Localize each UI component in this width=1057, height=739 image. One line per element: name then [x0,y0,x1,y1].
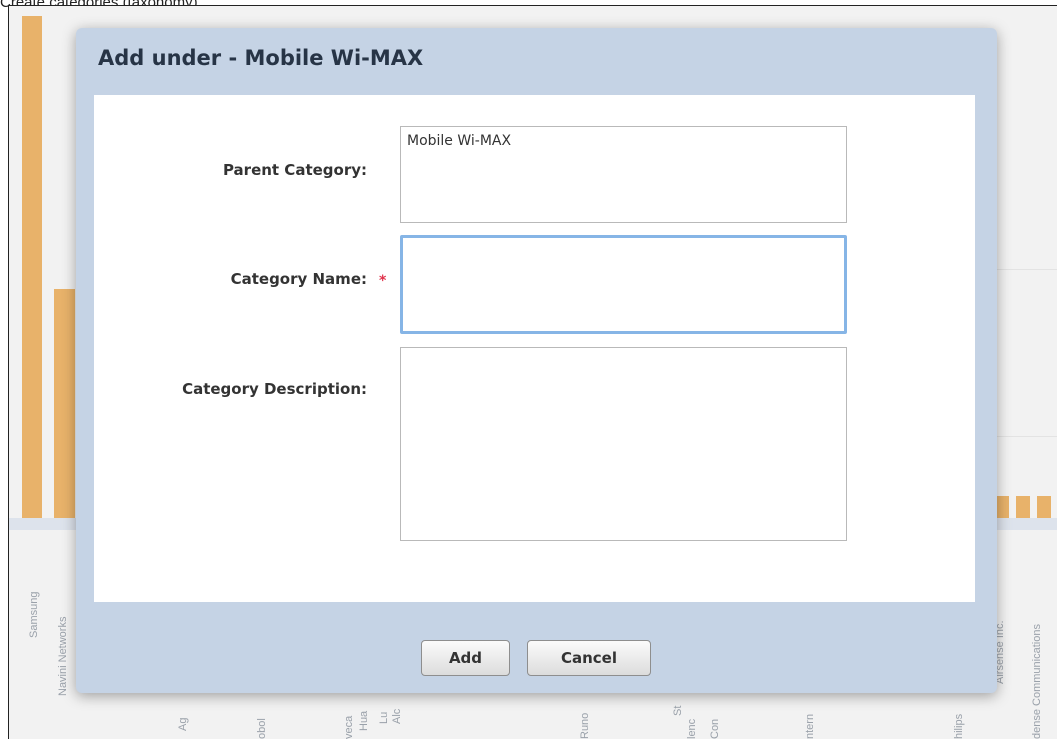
background-label: Con [709,718,721,739]
required-asterisk: * [379,273,387,289]
background-bar [997,496,1009,518]
dialog-title: Add under - Mobile Wi-MAX [98,46,424,70]
background-label: veca [343,715,355,739]
background-bar [1037,496,1051,518]
background-label: hilips [953,713,965,739]
category-name-label: Category Name: [230,270,367,288]
background-label: Alc [391,708,403,724]
category-name-field[interactable] [400,235,847,334]
add-button[interactable]: Add [421,640,510,676]
background-label: Lu [378,711,390,724]
background-label: Ag [177,717,189,731]
parent-category-field[interactable]: Mobile Wi-MAX [400,126,847,223]
background-label: ntern [804,713,816,739]
parent-category-label: Parent Category: [222,161,367,179]
background-label: Hua [358,710,370,731]
background-label: St [672,705,684,716]
background-label: Navini Networks [57,616,69,696]
background-label: obol [256,718,268,739]
background-bar [54,289,75,518]
background-bar [1016,496,1030,518]
background-label: Samsung [28,591,40,638]
cancel-button[interactable]: Cancel [527,640,651,676]
dialog-body: Parent Category: Mobile Wi-MAX Category … [94,95,975,602]
category-description-field[interactable] [400,347,847,541]
background-label: lenc [686,718,698,739]
background-label: Runo [579,712,591,739]
background-bar [22,16,42,518]
add-category-dialog: Add under - Mobile Wi-MAX Parent Categor… [76,28,997,693]
background-label: dense Communications [1031,624,1043,739]
category-description-label: Category Description: [182,380,367,398]
